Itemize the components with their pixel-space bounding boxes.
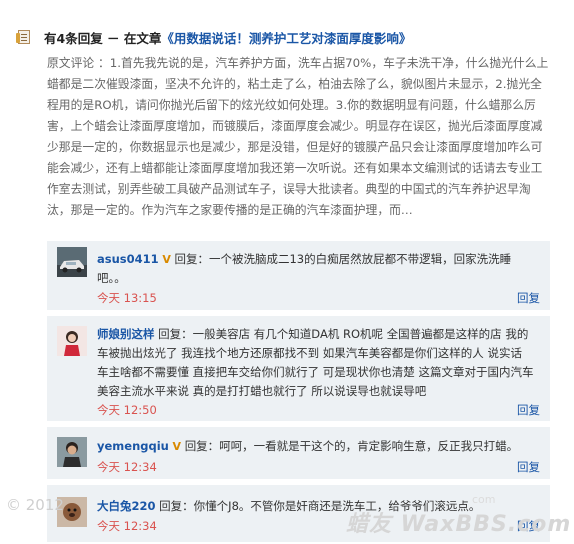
- reply-button[interactable]: 回复: [517, 290, 540, 306]
- reply-item: yemengqiu V 回复：呵呵，一看就是干这个的，肯定影响生意，反正我只打蜡…: [47, 427, 550, 481]
- reply-text: 回复：一般美容店 有几个知道DA机 RO机呢 全国普遍都是这样的店 我的车被抛出…: [97, 327, 534, 398]
- avatar[interactable]: [57, 247, 87, 277]
- comments-header: 有4条回复 － 在文章 《用数据说话！测养护工艺对漆面厚度影响》: [16, 28, 566, 47]
- reply-time: 今天 12:50: [97, 403, 157, 417]
- reply-content: 师娘别这样 回复：一般美容店 有几个知道DA机 RO机呢 全国普遍都是这样的店 …: [97, 325, 534, 401]
- avatar[interactable]: [57, 326, 87, 356]
- reply-content: yemengqiu V 回复：呵呵，一看就是干这个的，肯定影响生意，反正我只打蜡…: [97, 437, 534, 456]
- watermark-sub: com: [472, 493, 496, 506]
- username-link[interactable]: 大白兔220: [97, 499, 156, 513]
- avatar[interactable]: [57, 437, 87, 467]
- verified-icon: V: [172, 440, 182, 453]
- site-watermark: 蜡友 WaxBBS.com: [346, 512, 572, 537]
- document-icon: [16, 30, 30, 44]
- reply-time: 今天 12:34: [97, 460, 157, 474]
- reply-time: 今天 12:34: [97, 519, 157, 533]
- reply-count-title: 有4条回复 － 在文章: [44, 30, 162, 46]
- verified-icon: V: [162, 253, 171, 266]
- reply-item: 师娘别这样 回复：一般美容店 有几个知道DA机 RO机呢 全国普遍都是这样的店 …: [47, 316, 550, 423]
- username-link[interactable]: 师娘别这样: [97, 327, 155, 341]
- username-link[interactable]: asus0411: [97, 252, 159, 266]
- reply-text: 回复：呵呵，一看就是干这个的，肯定影响生意，反正我只打蜡。: [184, 439, 519, 453]
- reply-button[interactable]: 回复: [517, 402, 540, 418]
- article-link[interactable]: 《用数据说话！测养护工艺对漆面厚度影响》: [161, 28, 411, 47]
- copyright-watermark: © 2012: [6, 496, 64, 514]
- username-link[interactable]: yemengqiu: [97, 439, 169, 453]
- reply-button[interactable]: 回复: [517, 459, 540, 475]
- reply-item: asus0411 V 回复：一个被洗脑成二13的白痴居然放屁都不带逻辑，回家洗洗…: [47, 241, 550, 312]
- reply-content: asus0411 V 回复：一个被洗脑成二13的白痴居然放屁都不带逻辑，回家洗洗…: [97, 250, 534, 288]
- reply-text: 回复：一个被洗脑成二13的白痴居然放屁都不带逻辑，回家洗洗睡吧。。: [97, 252, 512, 285]
- original-comment: 原文评论 ：1.首先我先说的是，汽车养护方面，洗车占据70%，车子未洗干净，什么…: [47, 56, 549, 217]
- reply-time: 今天 13:15: [97, 291, 157, 305]
